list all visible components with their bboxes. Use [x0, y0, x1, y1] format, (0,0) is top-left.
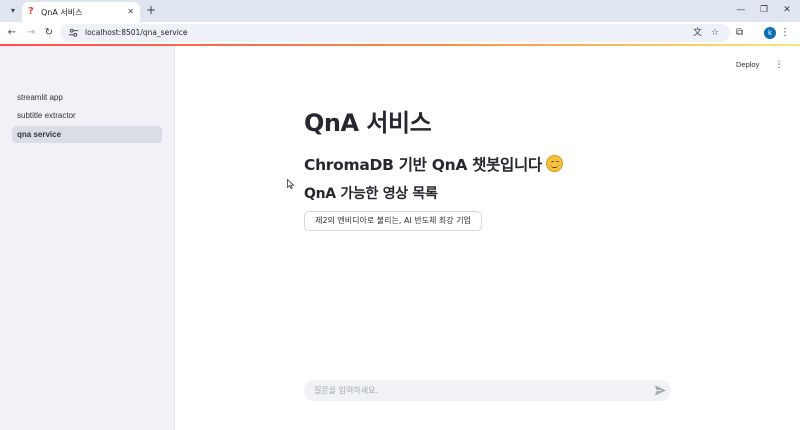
translate-icon[interactable]: 文 — [693, 27, 702, 39]
deploy-button[interactable]: Deploy — [736, 58, 759, 72]
url-text: localhost:8501/qna_service — [85, 28, 188, 37]
sidebar-item-streamlit-app[interactable]: streamlit app — [12, 89, 162, 106]
back-icon[interactable]: ← — [5, 26, 19, 40]
site-info-icon[interactable] — [68, 27, 79, 38]
chat-input[interactable] — [304, 380, 644, 401]
video-item-button[interactable]: 제2의 엔비디아로 불리는, AI 반도체 최강 기업 — [304, 211, 482, 231]
page-title: QnA 서비스 — [304, 109, 432, 137]
subtitle-text: ChromaDB 기반 QnA 챗봇입니다 — [304, 156, 542, 174]
mouse-cursor-icon — [287, 179, 295, 189]
sidebar-item-qna-service[interactable]: qna service — [12, 126, 162, 143]
browser-tab[interactable]: ? QnA 서비스 ✕ — [22, 2, 140, 22]
browser-toolbar: ← → ↻ localhost:8501/qna_service 文 ☆ ⧉ ⋮ — [0, 22, 800, 44]
smiling-face-icon — [545, 155, 563, 172]
reload-icon[interactable]: ↻ — [42, 26, 56, 40]
tab-title: QnA 서비스 — [41, 8, 83, 17]
new-tab-icon[interactable]: + — [146, 3, 156, 17]
minimize-icon[interactable]: — — [733, 3, 749, 17]
close-tab-icon[interactable]: ✕ — [127, 7, 134, 16]
main-content — [176, 46, 800, 430]
close-window-icon[interactable]: ✕ — [779, 3, 795, 17]
forward-icon[interactable]: → — [24, 26, 38, 40]
chat-input-container — [304, 380, 671, 401]
extensions-icon[interactable]: ⧉ — [736, 26, 743, 40]
tab-search-icon[interactable]: ▾ — [6, 4, 20, 18]
app-menu-icon[interactable]: ⋮ — [774, 58, 784, 72]
browser-menu-icon[interactable]: ⋮ — [780, 26, 790, 40]
address-bar[interactable]: localhost:8501/qna_service 文 ☆ — [60, 24, 730, 42]
send-icon[interactable] — [654, 384, 667, 397]
favicon-icon: ? — [28, 6, 34, 17]
page-subtitle: ChromaDB 기반 QnA 챗봇입니다 — [304, 153, 563, 175]
bookmark-star-icon[interactable]: ☆ — [711, 27, 719, 39]
sidebar-item-subtitle-extractor[interactable]: subtitle extractor — [12, 107, 162, 124]
browser-tabstrip: ▾ ? QnA 서비스 ✕ + — ❐ ✕ — [0, 0, 800, 22]
profile-avatar[interactable]: k — [764, 27, 776, 39]
restore-icon[interactable]: ❐ — [756, 3, 772, 17]
video-list-heading: QnA 가능한 영상 목록 — [304, 186, 438, 202]
